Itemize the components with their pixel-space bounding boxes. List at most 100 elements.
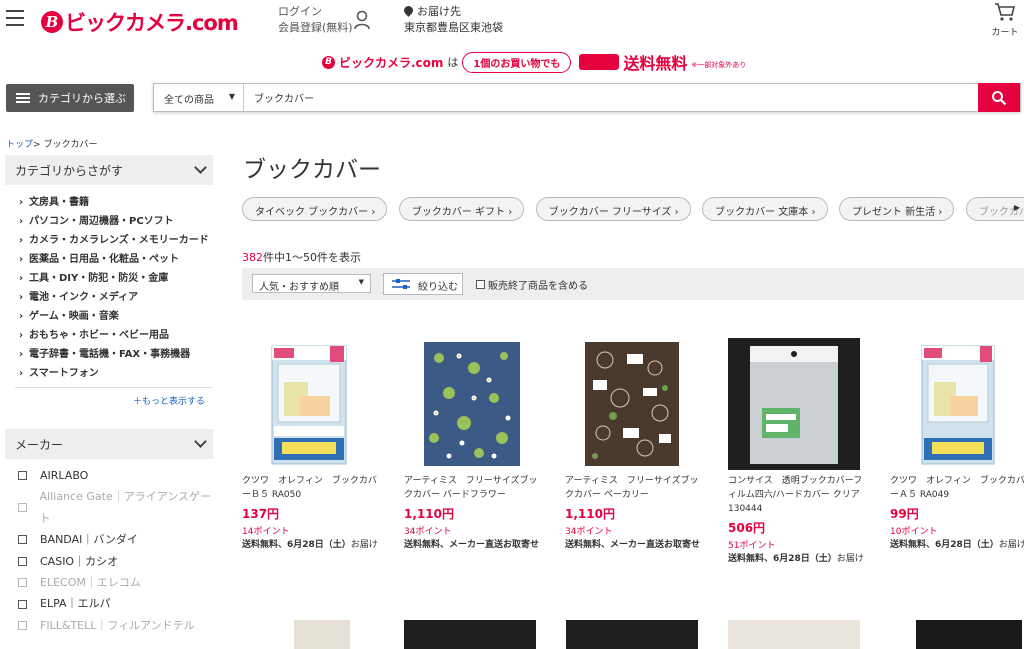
maker-option[interactable]: BANDAI｜バンダイ [18,529,213,550]
product-image[interactable] [890,338,1022,470]
product-name[interactable]: クツワ オレフィン ブックカバーＡ５ RA049 [890,474,1024,502]
maker-checkbox[interactable] [18,621,27,631]
product-photo-bakery [585,342,679,466]
category-item[interactable]: スマートフォン [19,364,213,383]
product-image[interactable] [565,338,697,470]
promo-free-shipping: 送料無料 [623,54,688,73]
category-item[interactable]: パソコン・周辺機器・PCソフト [19,212,213,231]
product-card[interactable]: クツワ オレフィン ブックカバーＢ５ RA050 137円 14ポイント 送料無… [242,338,378,552]
chevron-down-icon [194,161,207,174]
maker-option[interactable]: ELPA｜エルパ [18,593,213,614]
product-shipping: 送料無料、6月28日（土）お届け [890,539,1024,552]
filter-button[interactable]: 絞り込む [383,273,463,295]
list-icon [16,91,30,105]
shipping-rest: お届け [836,554,864,564]
product-thumbnail-partial[interactable] [566,620,698,649]
product-name[interactable]: クツワ オレフィン ブックカバーＢ５ RA050 [242,474,378,502]
product-name[interactable]: コンサイス 透明ブックカバーフィルム四六/ハードカバー クリア 130444 [728,474,864,516]
include-discontinued-option[interactable]: 販売終了商品を含める [476,277,588,292]
include-discontinued-label: 販売終了商品を含める [488,281,588,292]
product-thumbnail-partial[interactable] [404,620,536,649]
maker-label: CASIO｜カシオ [40,554,119,568]
maker-option[interactable]: ELECOM｜エレコム [18,572,213,593]
category-select-button[interactable]: カテゴリから選ぶ [6,84,134,112]
maker-checkbox[interactable] [18,578,27,588]
maker-accordion-header[interactable]: メーカー [5,429,213,459]
product-card[interactable]: アーティミス フリーサイズブックカバー ベーカリー 1,110円 34ポイント … [565,338,701,552]
maker-option[interactable]: CASIO｜カシオ [18,551,213,572]
maker-option[interactable]: FILL&TELL｜フィルアンドテル [18,615,213,636]
include-discontinued-checkbox[interactable] [476,280,485,289]
filter-label: 絞り込む [418,282,458,293]
keyword-chip[interactable]: ブックカバー フリーサイズ › [535,197,691,221]
chip-label: ブックカバー フリーサイズ [548,207,672,218]
delivery-address-value: 東京都豊島区東池袋 [404,21,503,34]
shipping-main: 送料無料、メーカー直送お取寄せ [404,540,540,550]
product-thumbnail-partial[interactable] [728,620,860,649]
maker-checkbox[interactable] [18,471,27,481]
product-name[interactable]: アーティミス フリーサイズブックカバー バードフラワー [404,474,540,502]
maker-option[interactable]: AIRLABO [18,465,213,486]
chip-label: タイベック ブックカバー [255,207,369,218]
free-shipping-banner[interactable]: B ビックカメラ.com は 1個のお買い物でも 送料無料 ※一部対象外あり [322,51,746,73]
search-scope-value: 全ての商品 [164,95,214,106]
keyword-chip[interactable]: プレゼント 新生活 › [839,197,955,221]
site-logo[interactable]: B ビックカメラ.com [41,7,239,37]
product-card[interactable]: アーティミス フリーサイズブックカバー バードフラワー 1,110円 34ポイン… [404,338,540,552]
logo-mark: B [41,11,63,33]
category-list: 文房具・書籍 パソコン・周辺機器・PCソフト カメラ・カメラレンズ・メモリーカー… [5,185,213,383]
product-card[interactable]: クツワ オレフィン ブックカバーＡ５ RA049 99円 10ポイント 送料無料… [890,338,1024,552]
product-thumbnail-partial[interactable] [294,620,350,649]
breadcrumb-top[interactable]: トップ [6,140,33,150]
category-item[interactable]: カメラ・カメラレンズ・メモリーカード [19,231,213,250]
shipping-main: 送料無料、6月28日（土） [890,540,999,550]
category-item[interactable]: 電池・インク・メディア [19,288,213,307]
maker-list: AIRLABO Alliance Gate｜アライアンスゲート BANDAI｜バ… [5,459,213,636]
keyword-chip[interactable]: ブックカバー ギフト › [398,197,525,221]
maker-checkbox[interactable] [18,535,27,545]
product-points: 14ポイント [242,527,290,537]
category-accordion-header[interactable]: カテゴリからさがす [5,155,213,185]
user-icon[interactable] [354,10,370,30]
maker-checkbox[interactable] [18,599,27,609]
search-scope-select[interactable]: 全ての商品 ▼ [154,84,244,111]
maker-label: ELECOM｜エレコム [40,576,141,590]
product-shipping: 送料無料、メーカー直送お取寄せ [565,539,701,552]
maker-checkbox[interactable] [18,503,27,513]
product-price: 137円 [242,507,280,521]
product-points: 51ポイント [728,541,776,551]
product-image[interactable] [404,338,536,470]
category-item[interactable]: 医薬品・日用品・化粧品・ペット [19,250,213,269]
category-item[interactable]: 文房具・書籍 [19,193,213,212]
show-more-link[interactable]: ＋もっと表示する [15,387,213,407]
search-input[interactable] [246,84,976,111]
product-thumbnail-partial[interactable] [916,620,1022,649]
cart-button[interactable]: カート [988,2,1022,38]
product-name[interactable]: アーティミス フリーサイズブックカバー ベーカリー [565,474,701,502]
delivery-address[interactable]: お届け先 東京都豊島区東池袋 [402,4,503,36]
product-image[interactable] [242,338,374,470]
logo-text: ビックカメラ.com [65,11,239,35]
login-link[interactable]: ログイン 会員登録(無料) [278,4,353,36]
category-item[interactable]: 電子辞書・電話機・FAX・事務機器 [19,345,213,364]
result-range: 件中1～50件を表示 [263,251,361,264]
hamburger-menu-icon[interactable] [6,10,24,26]
keyword-chip[interactable]: タイベック ブックカバー › [242,197,388,221]
category-item[interactable]: 工具・DIY・防犯・防災・金庫 [19,269,213,288]
maker-option[interactable]: Alliance Gate｜アライアンスゲート [18,486,213,529]
page-title: ブックカバー [243,157,381,183]
maker-label: BANDAI｜バンダイ [40,533,138,547]
product-image[interactable] [728,338,860,470]
chips-scroll-right-icon[interactable]: ▶ [1014,203,1020,212]
category-item[interactable]: おもちゃ・ホビー・ベビー用品 [19,326,213,345]
product-price: 1,110円 [565,507,615,521]
shipping-main: 送料無料、メーカー直送お取寄せ [565,540,701,550]
keyword-chip[interactable]: ブックカバー 文庫本 › [702,197,828,221]
maker-checkbox[interactable] [18,556,27,566]
category-item[interactable]: ゲーム・映画・音楽 [19,307,213,326]
register-label: 会員登録(無料) [278,21,353,34]
product-points: 34ポイント [404,527,452,537]
sort-select[interactable]: 人気・おすすめ順 ▼ [252,274,371,293]
search-button[interactable] [978,83,1020,112]
product-card[interactable]: コンサイス 透明ブックカバーフィルム四六/ハードカバー クリア 130444 5… [728,338,864,566]
